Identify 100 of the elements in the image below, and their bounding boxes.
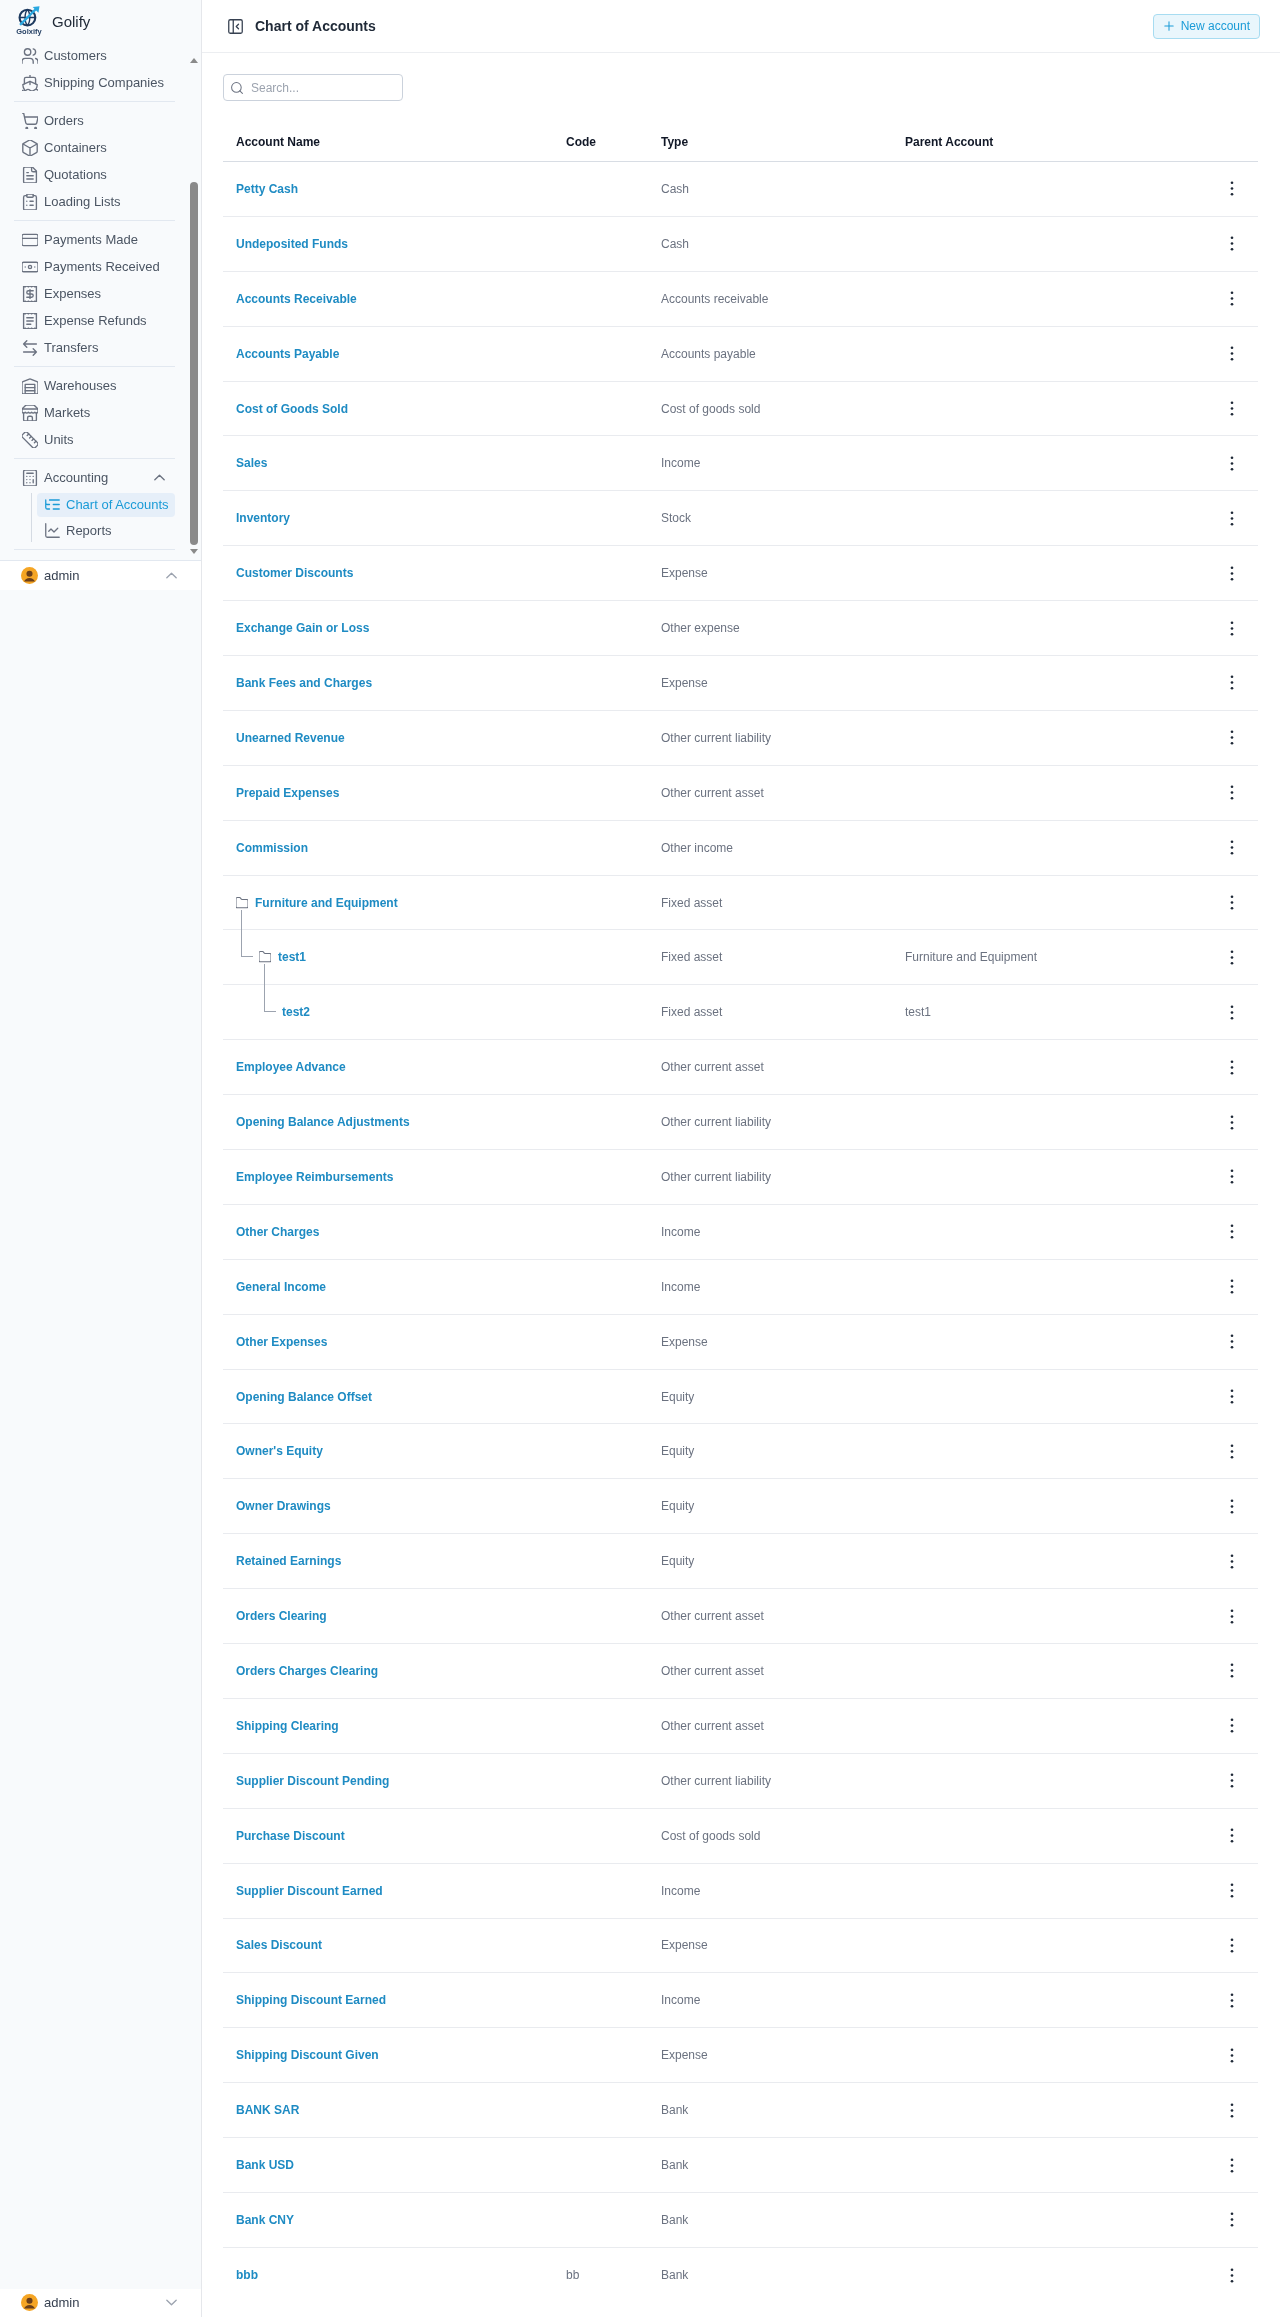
more-options-icon[interactable]: [1230, 510, 1234, 526]
more-options-icon[interactable]: [1230, 1443, 1234, 1459]
account-link[interactable]: bbb: [236, 2268, 258, 2283]
more-options-icon[interactable]: [1230, 1608, 1234, 1624]
account-link[interactable]: Undeposited Funds: [236, 236, 348, 251]
more-options-icon[interactable]: [1230, 895, 1234, 910]
scroll-down-arrow-icon[interactable]: [190, 549, 198, 554]
account-link[interactable]: Customer Discounts: [236, 566, 354, 581]
account-link[interactable]: test2: [282, 1005, 310, 1020]
account-link[interactable]: General Income: [236, 1279, 327, 1294]
account-link[interactable]: Employee Reimbursements: [236, 1169, 394, 1184]
more-options-icon[interactable]: [1230, 236, 1234, 252]
sidebar-item[interactable]: Payments Made: [14, 226, 175, 253]
sidebar-item[interactable]: Expenses: [14, 280, 175, 307]
more-options-icon[interactable]: [1230, 1279, 1234, 1295]
more-options-icon[interactable]: [1230, 401, 1234, 416]
sidebar-toggle-icon[interactable]: [228, 18, 243, 34]
more-options-icon[interactable]: [1230, 291, 1234, 307]
account-link[interactable]: Inventory: [236, 511, 290, 526]
sidebar-item[interactable]: Warehouses: [14, 372, 175, 399]
more-options-icon[interactable]: [1230, 2212, 1234, 2228]
account-link[interactable]: Exchange Gain or Loss: [236, 621, 370, 636]
sidebar-item[interactable]: Customers: [14, 42, 175, 69]
account-link[interactable]: test1: [278, 950, 306, 965]
account-link[interactable]: Cost of Goods Sold: [236, 401, 348, 416]
scroll-up-arrow-icon[interactable]: [190, 58, 198, 63]
account-link[interactable]: Accounts Receivable: [236, 291, 357, 306]
sidebar-item[interactable]: Transfers: [14, 334, 175, 361]
more-options-icon[interactable]: [1230, 1883, 1234, 1899]
more-options-icon[interactable]: [1230, 1059, 1234, 1075]
account-link[interactable]: Orders Charges Clearing: [236, 1664, 379, 1678]
account-link[interactable]: Owner's Equity: [236, 1444, 323, 1459]
scrollbar-thumb[interactable]: [190, 182, 198, 545]
account-link[interactable]: Purchase Discount: [236, 1828, 345, 1843]
sidebar-item[interactable]: Expense Refunds: [14, 307, 175, 334]
account-link[interactable]: Retained Earnings: [236, 1554, 342, 1569]
user-menu-button[interactable]: admin: [0, 560, 201, 590]
more-options-icon[interactable]: [1230, 181, 1234, 197]
sidebar-item[interactable]: Shipping Companies: [14, 69, 175, 96]
more-options-icon[interactable]: [1230, 1553, 1234, 1569]
more-options-icon[interactable]: [1230, 730, 1234, 746]
sidebar-item[interactable]: Containers: [14, 134, 175, 161]
sidebar-item[interactable]: Loading Lists: [14, 188, 175, 215]
more-options-icon[interactable]: [1230, 565, 1234, 581]
more-options-icon[interactable]: [1230, 1004, 1234, 1020]
account-link[interactable]: Bank USD: [236, 2158, 294, 2172]
more-options-icon[interactable]: [1230, 1773, 1234, 1789]
more-options-icon[interactable]: [1230, 1224, 1234, 1240]
sidebar-item[interactable]: Orders: [14, 107, 175, 134]
sidebar-item[interactable]: Accounting: [14, 464, 175, 491]
account-link[interactable]: Employee Advance: [236, 1060, 346, 1075]
more-options-icon[interactable]: [1230, 620, 1234, 636]
sidebar-item[interactable]: Chart of Accounts: [37, 492, 175, 517]
account-link[interactable]: Shipping Discount Earned: [236, 1993, 386, 2008]
more-options-icon[interactable]: [1230, 1663, 1234, 1679]
account-link[interactable]: Shipping Discount Given: [236, 2048, 379, 2063]
sidebar-item[interactable]: Quotations: [14, 161, 175, 188]
more-options-icon[interactable]: [1230, 1718, 1234, 1734]
more-options-icon[interactable]: [1230, 1937, 1234, 1953]
more-options-icon[interactable]: [1230, 785, 1234, 801]
account-link[interactable]: Accounts Payable: [236, 346, 340, 361]
more-options-icon[interactable]: [1230, 1992, 1234, 2008]
account-link[interactable]: Petty Cash: [236, 181, 299, 196]
more-options-icon[interactable]: [1230, 1389, 1234, 1405]
account-link[interactable]: Opening Balance Offset: [236, 1389, 373, 1404]
more-options-icon[interactable]: [1230, 2047, 1234, 2063]
more-options-icon[interactable]: [1230, 1498, 1234, 1514]
more-options-icon[interactable]: [1230, 1334, 1234, 1350]
sidebar-item[interactable]: Units: [14, 426, 175, 453]
sidebar-item[interactable]: Markets: [14, 399, 175, 426]
new-account-button[interactable]: New account: [1152, 13, 1260, 39]
account-link[interactable]: Supplier Discount Pending: [236, 1773, 390, 1788]
user-menu-button[interactable]: admin: [0, 2288, 201, 2317]
account-link[interactable]: Prepaid Expenses: [236, 785, 340, 800]
account-link[interactable]: Other Charges: [236, 1224, 320, 1239]
account-link[interactable]: Supplier Discount Earned: [236, 1883, 383, 1898]
account-link[interactable]: BANK SAR: [236, 2103, 300, 2118]
more-options-icon[interactable]: [1230, 1169, 1234, 1185]
more-options-icon[interactable]: [1230, 455, 1234, 471]
sidebar-item[interactable]: Payments Received: [14, 253, 175, 280]
more-options-icon[interactable]: [1230, 2267, 1234, 2283]
account-link[interactable]: Unearned Revenue: [236, 730, 345, 745]
account-link[interactable]: Other Expenses: [236, 1334, 328, 1349]
account-link[interactable]: Sales: [236, 456, 268, 471]
account-link[interactable]: Shipping Clearing: [236, 1718, 339, 1733]
more-options-icon[interactable]: [1230, 675, 1234, 691]
search-field[interactable]: Search...: [223, 74, 403, 101]
account-link[interactable]: Sales Discount: [236, 1938, 323, 1953]
more-options-icon[interactable]: [1230, 2157, 1234, 2173]
account-link[interactable]: Bank Fees and Charges: [236, 675, 373, 690]
sidebar-item[interactable]: Reports: [37, 518, 175, 542]
more-options-icon[interactable]: [1230, 1828, 1234, 1844]
account-link[interactable]: Furniture and Equipment: [255, 895, 398, 910]
more-options-icon[interactable]: [1230, 1114, 1234, 1130]
account-link[interactable]: Owner Drawings: [236, 1499, 331, 1514]
more-options-icon[interactable]: [1230, 346, 1234, 362]
more-options-icon[interactable]: [1230, 949, 1234, 965]
more-options-icon[interactable]: [1230, 840, 1234, 856]
account-link[interactable]: Orders Clearing: [236, 1609, 327, 1624]
account-link[interactable]: Bank CNY: [236, 2212, 294, 2227]
